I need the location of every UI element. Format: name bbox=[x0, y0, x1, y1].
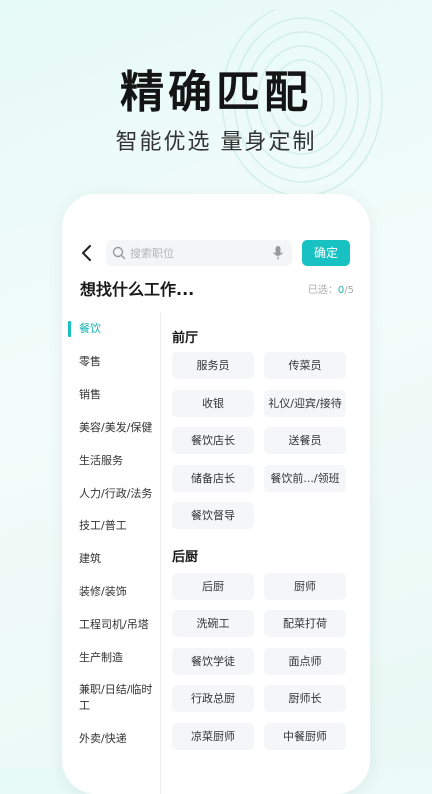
job-tag[interactable]: 餐饮店长 bbox=[172, 427, 254, 454]
sidebar-divider bbox=[160, 312, 161, 794]
job-tag[interactable]: 服务员 bbox=[172, 352, 254, 379]
selected-count-label: 已选： bbox=[307, 285, 338, 296]
job-tag[interactable]: 中餐厨师 bbox=[264, 723, 346, 750]
category-item[interactable]: 技工/普工 bbox=[62, 518, 160, 534]
job-tag[interactable]: 行政总厨 bbox=[172, 685, 254, 712]
job-tag[interactable]: 收银 bbox=[172, 390, 254, 417]
job-tag[interactable]: 后厨 bbox=[172, 573, 254, 600]
category-item[interactable]: 装修/装饰 bbox=[62, 584, 160, 600]
job-tag[interactable]: 面点师 bbox=[264, 648, 346, 675]
category-item[interactable]: 生产制造 bbox=[62, 650, 160, 666]
job-tag[interactable]: 餐饮前.../领班 bbox=[264, 465, 346, 492]
section-title-front-hall: 前厅 bbox=[172, 331, 199, 346]
job-tag[interactable]: 凉菜厨师 bbox=[172, 723, 254, 750]
hero-title: 精确匹配 bbox=[120, 67, 312, 118]
hero-subtitle: 智能优选 量身定制 bbox=[115, 130, 317, 155]
category-item[interactable]: 工程司机/吊塔 bbox=[62, 617, 160, 633]
microphone-icon[interactable] bbox=[272, 245, 284, 261]
job-tag[interactable]: 储备店长 bbox=[172, 465, 254, 492]
confirm-button[interactable]: 确定 bbox=[302, 240, 350, 266]
job-tag[interactable]: 配菜打荷 bbox=[264, 610, 346, 637]
job-tag[interactable]: 厨师长 bbox=[264, 685, 346, 712]
job-tag[interactable]: 礼仪/迎宾/接待 bbox=[264, 390, 346, 417]
category-item[interactable]: 生活服务 bbox=[62, 453, 160, 469]
category-item[interactable]: 外卖/快递 bbox=[62, 731, 160, 747]
category-item[interactable]: 销售 bbox=[62, 387, 160, 403]
category-item[interactable]: 美容/美发/保健 bbox=[62, 420, 160, 436]
top-bar: 确定 bbox=[62, 240, 370, 266]
category-item[interactable]: 人力/行政/法务 bbox=[62, 486, 160, 502]
section-title-kitchen: 后厨 bbox=[172, 550, 199, 565]
search-input[interactable] bbox=[130, 240, 270, 266]
selected-count: 已选：0/5 bbox=[308, 281, 354, 296]
back-arrow-icon[interactable] bbox=[80, 244, 94, 262]
job-tag[interactable]: 传菜员 bbox=[264, 352, 346, 379]
job-tag[interactable]: 餐饮学徒 bbox=[172, 648, 254, 675]
job-tag[interactable]: 送餐员 bbox=[264, 427, 346, 454]
page-heading: 想找什么工作... bbox=[80, 280, 195, 299]
search-icon bbox=[112, 246, 126, 260]
job-tag[interactable]: 洗碗工 bbox=[172, 610, 254, 637]
search-box[interactable] bbox=[106, 240, 292, 266]
phone-mockup: 确定 想找什么工作... 已选：0/5 餐饮 零售 销售 美容/美发/保健 生活… bbox=[62, 194, 370, 794]
category-item[interactable]: 餐饮 bbox=[62, 321, 160, 337]
category-item[interactable]: 零售 bbox=[62, 354, 160, 370]
job-tag[interactable]: 厨师 bbox=[264, 573, 346, 600]
job-tag[interactable]: 餐饮督导 bbox=[172, 502, 254, 529]
category-item[interactable]: 兼职/日结/临时工 bbox=[62, 682, 158, 714]
category-item[interactable]: 建筑 bbox=[62, 551, 160, 567]
selected-count-total: /5 bbox=[344, 285, 354, 296]
